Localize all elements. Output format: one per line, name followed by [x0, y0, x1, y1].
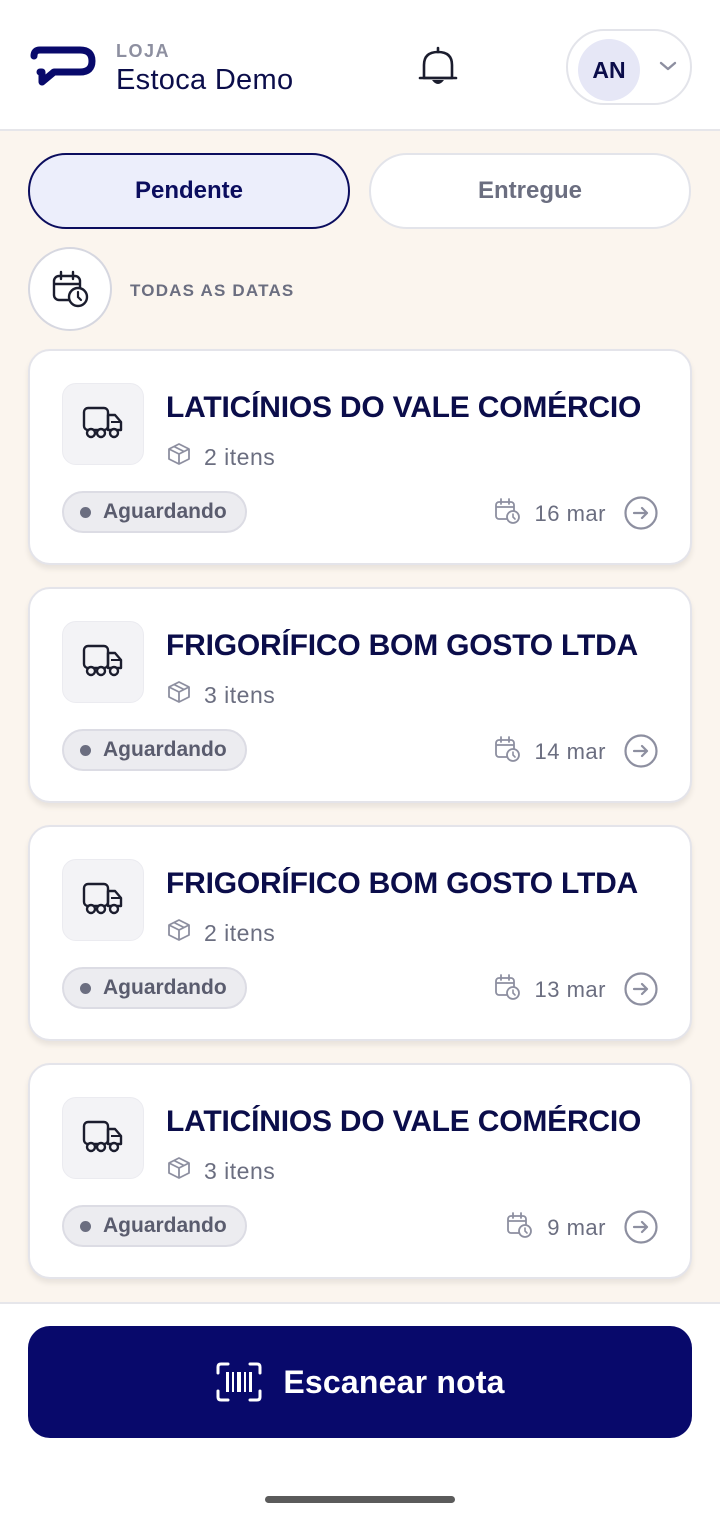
truck-icon [81, 402, 125, 447]
delivery-date: 9 mar [505, 1211, 606, 1245]
supplier-name: FRIGORÍFICO BOM GOSTO LTDA [166, 867, 639, 900]
delivery-card[interactable]: FRIGORÍFICO BOM GOSTO LTDA 2 itens Aguarda… [28, 825, 692, 1041]
date-label: 16 mar [534, 501, 606, 526]
items-count: 2 itens [166, 441, 275, 473]
calendar-clock-icon [493, 735, 521, 769]
date-label: 9 mar [547, 1215, 606, 1240]
date-label: 14 mar [534, 739, 606, 764]
delivery-date: 16 mar [493, 497, 606, 531]
delivery-date: 13 mar [493, 973, 606, 1007]
status-label: Aguardando [103, 500, 227, 523]
date-filter-button[interactable] [28, 247, 112, 331]
delivery-card[interactable]: LATICÍNIOS DO VALE COMÉRCIO 2 itens Aguard… [28, 349, 692, 565]
truck-icon [81, 878, 125, 923]
box-icon [166, 1155, 192, 1187]
supplier-name: FRIGORÍFICO BOM GOSTO LTDA [166, 629, 639, 662]
delivery-date: 14 mar [493, 735, 606, 769]
status-dot [80, 1220, 91, 1232]
calendar-clock-icon [493, 973, 521, 1007]
arrow-right-circle-icon[interactable] [624, 496, 658, 530]
arrow-right-circle-icon[interactable] [624, 734, 658, 768]
box-icon [166, 679, 192, 711]
footer: Escanear nota [0, 1302, 720, 1520]
barcode-scan-icon [216, 1362, 262, 1402]
status-dot [80, 744, 91, 756]
status-label: Aguardando [103, 976, 227, 999]
items-label: 2 itens [204, 919, 276, 946]
scan-note-label: Escanear nota [283, 1363, 505, 1400]
calendar-clock-icon [52, 270, 89, 308]
status-label: Aguardando [103, 1214, 227, 1237]
app-header: LOJA Estoca Demo AN [0, 0, 720, 131]
arrow-right-circle-icon[interactable] [624, 1210, 658, 1244]
scan-note-button[interactable]: Escanear nota [28, 1326, 692, 1438]
brand-logo-icon [30, 46, 96, 86]
items-label: 3 itens [204, 681, 276, 708]
status-badge: Aguardando [62, 729, 247, 771]
truck-icon-box [62, 621, 144, 703]
tab-pendente[interactable]: Pendente [28, 153, 350, 229]
items-count: 2 itens [166, 917, 275, 949]
items-label: 3 itens [204, 1157, 276, 1184]
store-label: LOJA [116, 41, 171, 61]
truck-icon [81, 1116, 125, 1161]
calendar-clock-icon [505, 1211, 533, 1245]
account-menu[interactable]: AN [566, 29, 692, 105]
supplier-name: LATICÍNIOS DO VALE COMÉRCIO [166, 391, 642, 424]
delivery-card[interactable]: LATICÍNIOS DO VALE COMÉRCIO 3 itens Aguard… [28, 1063, 692, 1279]
supplier-name: LATICÍNIOS DO VALE COMÉRCIO [166, 1105, 642, 1138]
status-label: Aguardando [103, 738, 227, 761]
date-label: 13 mar [534, 977, 606, 1002]
bell-icon[interactable] [414, 44, 462, 90]
status-dot [80, 506, 91, 518]
status-dot [80, 982, 91, 994]
items-label: 2 itens [204, 443, 276, 470]
truck-icon-box [62, 1097, 144, 1179]
store-name: Estoca Demo [116, 64, 294, 96]
home-indicator [265, 1496, 455, 1503]
items-count: 3 itens [166, 679, 275, 711]
status-badge: Aguardando [62, 491, 247, 533]
status-badge: Aguardando [62, 1205, 247, 1247]
box-icon [166, 441, 192, 473]
calendar-clock-icon [493, 497, 521, 531]
date-filter-label: TODAS AS DATAS [130, 281, 295, 300]
items-count: 3 itens [166, 1155, 275, 1187]
truck-icon-box [62, 859, 144, 941]
delivery-card[interactable]: FRIGORÍFICO BOM GOSTO LTDA 3 itens Aguarda… [28, 587, 692, 803]
deliveries-content: Pendente Entregue TODAS AS DATAS LATICÍN… [0, 131, 720, 1302]
box-icon [166, 917, 192, 949]
truck-icon [81, 640, 125, 685]
chevron-down-icon [659, 61, 677, 71]
status-badge: Aguardando [62, 967, 247, 1009]
tab-entregue[interactable]: Entregue [369, 153, 691, 229]
avatar: AN [578, 39, 640, 101]
arrow-right-circle-icon[interactable] [624, 972, 658, 1006]
truck-icon-box [62, 383, 144, 465]
